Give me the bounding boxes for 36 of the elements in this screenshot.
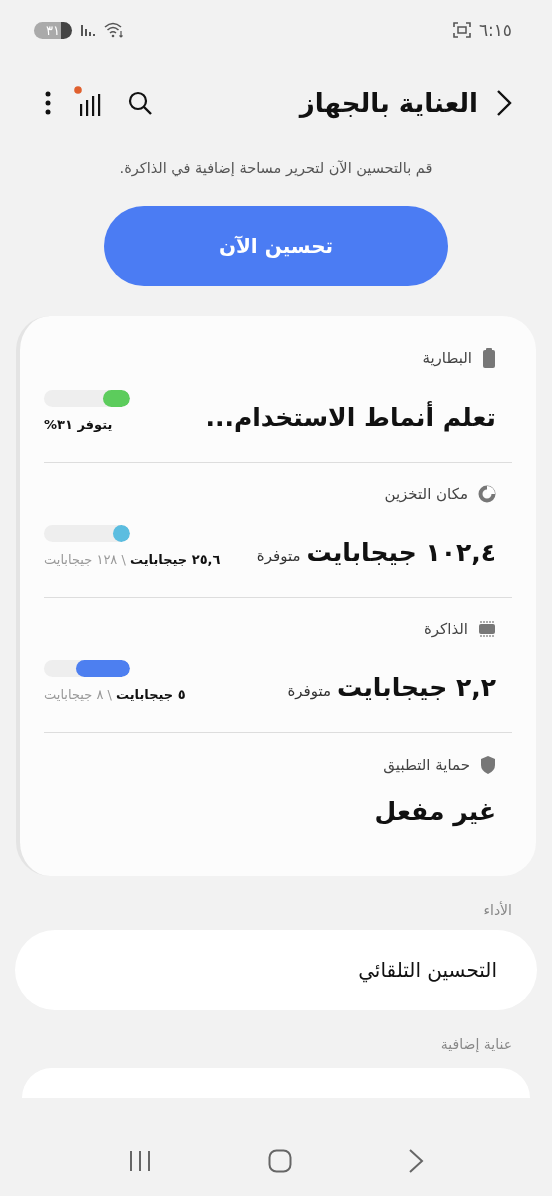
- page-title: العناية بالجهاز: [299, 88, 478, 118]
- item-value: غير مفعل: [374, 797, 496, 826]
- clock: ٦:١٥: [478, 20, 512, 40]
- item-value: تعلم أنماط الاستخدام...: [205, 403, 496, 432]
- search-icon[interactable]: [127, 90, 153, 116]
- home-icon[interactable]: [268, 1149, 292, 1173]
- optimize-now-button[interactable]: تحسين الآن: [104, 206, 448, 286]
- pie-chart-icon: [478, 485, 496, 503]
- item-value: ٢,٢ جيجابايت: [337, 673, 496, 702]
- optimize-hint: قم بالتحسين الآن لتحرير مساحة إضافية في الذاكرة.: [118, 160, 434, 176]
- more-options-icon[interactable]: [44, 90, 52, 116]
- signal-icon: [79, 23, 96, 37]
- item-label: حماية التطبيق: [383, 756, 470, 774]
- usage-text: ٥ جيجابايت: [115, 687, 186, 702]
- item-label: الذاكرة: [423, 620, 468, 638]
- available-label: متوفرة: [287, 682, 331, 700]
- item-value: ١٠٢,٤ جيجابايت: [306, 538, 496, 567]
- battery-icon: [482, 348, 496, 368]
- total-text: \ ٨ جيجابايت: [44, 687, 112, 702]
- section-title: عناية إضافية: [439, 1036, 512, 1052]
- total-text: \ ١٢٨ جيجابايت: [44, 552, 126, 567]
- battery-indicator: ٣١: [34, 21, 72, 39]
- item-label: مكان التخزين: [384, 485, 468, 503]
- back-nav-icon[interactable]: [408, 1149, 424, 1173]
- screen-record-icon: [452, 22, 471, 38]
- shield-icon: [480, 755, 496, 775]
- recent-apps-icon[interactable]: [128, 1150, 152, 1172]
- item-label: البطارية: [422, 349, 472, 367]
- section-title: الأداء: [482, 902, 512, 918]
- usage-text: ٢٥,٦ جيجابايت: [129, 552, 221, 567]
- back-icon[interactable]: [496, 89, 512, 117]
- available-label: متوفرة: [256, 547, 301, 565]
- chip-icon: [478, 620, 496, 638]
- settings-row[interactable]: التحسين التلقائي: [15, 930, 537, 1010]
- usage-text: يتوفر ٣١%: [44, 417, 113, 432]
- wifi-icon: [103, 22, 124, 38]
